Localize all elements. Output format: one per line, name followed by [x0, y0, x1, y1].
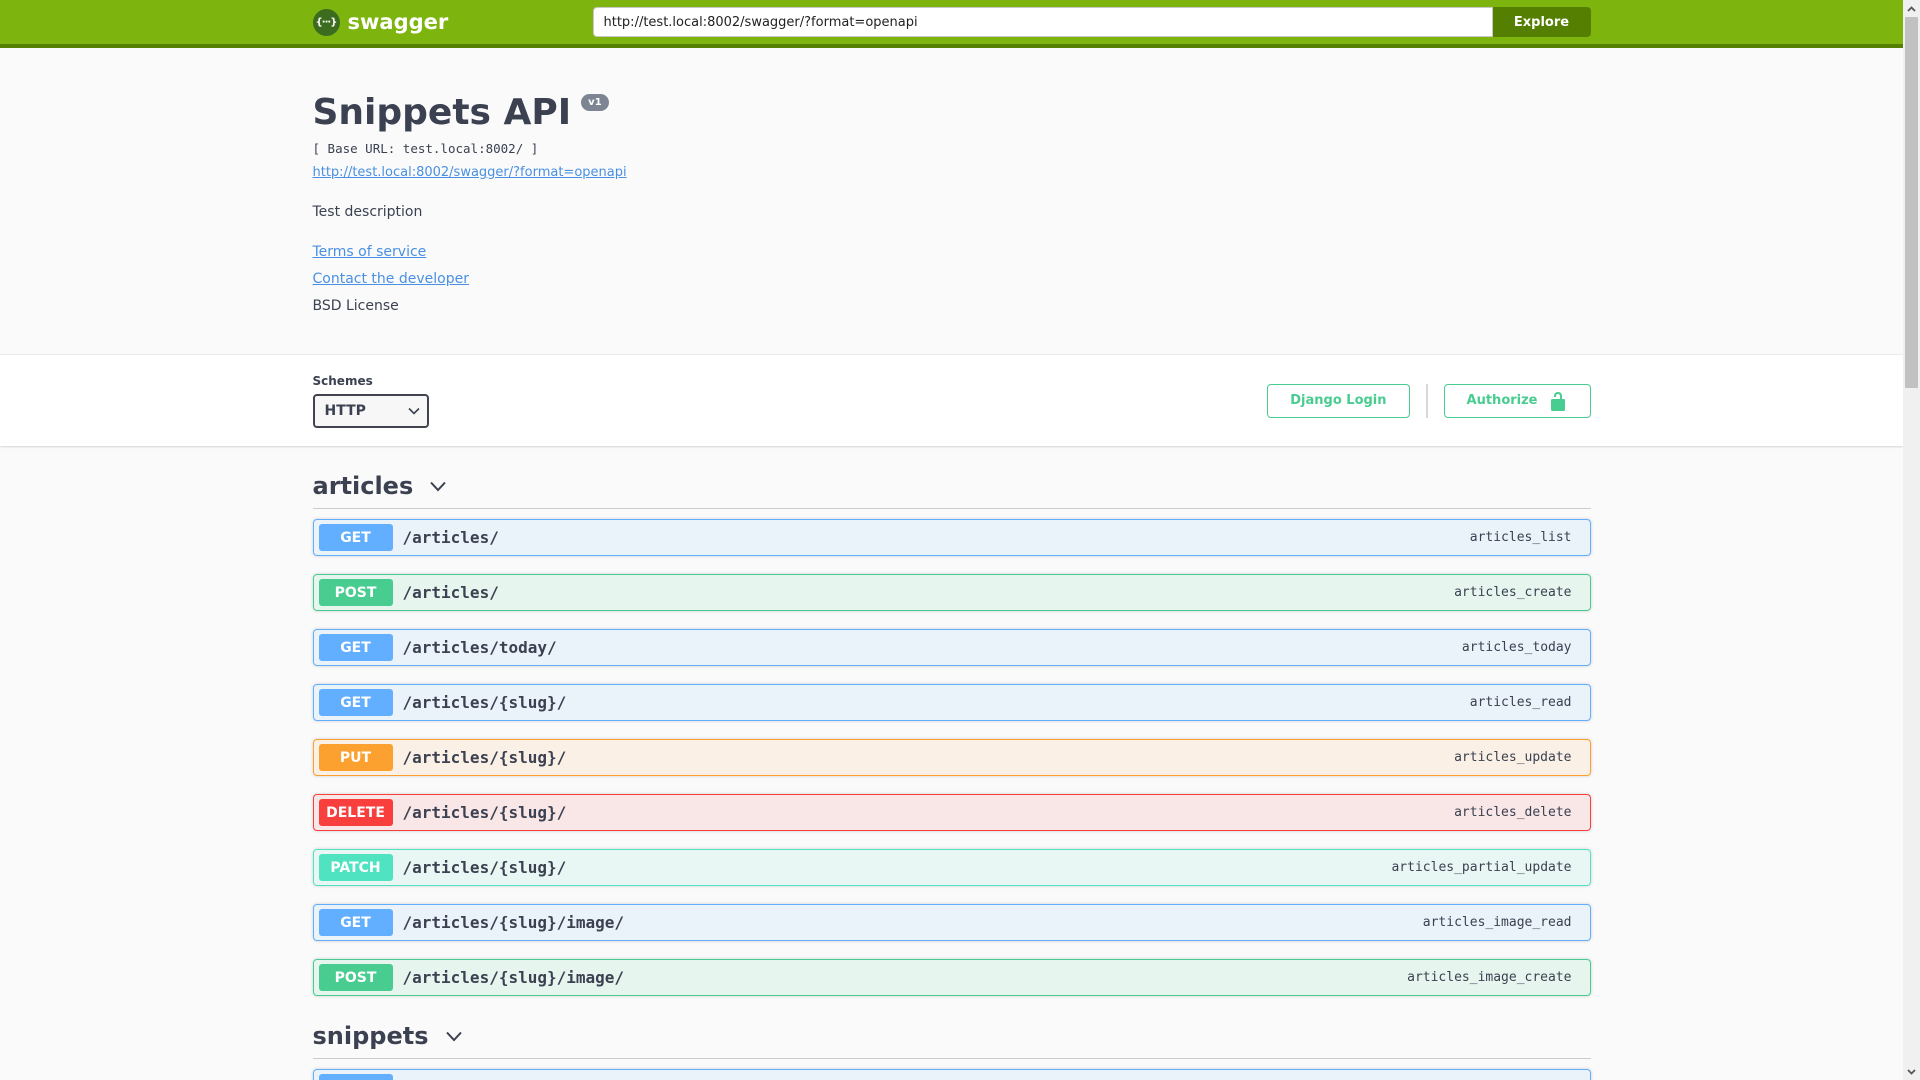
api-info-section: Snippets API v1 [ Base URL: test.local:8… — [0, 48, 1903, 354]
api-tag-section: snippets GET /snippets/ snippets_list — [312, 1022, 1591, 1080]
scroll-up-icon — [1907, 5, 1916, 12]
schemes-select-wrap: HTTP — [312, 393, 429, 428]
brand-name: swagger — [347, 10, 449, 34]
operation-id: articles_read — [1469, 695, 1572, 710]
operation-path: /articles/{slug}/ — [402, 693, 567, 712]
unlocked-padlock-icon — [1550, 391, 1565, 411]
method-badge: PATCH — [318, 854, 393, 881]
operation-id: articles_partial_update — [1391, 860, 1572, 875]
method-badge: GET — [318, 909, 393, 936]
operation-row[interactable]: DELETE /articles/{slug}/ articles_delete — [312, 794, 1591, 831]
operation-path: /articles/{slug}/ — [402, 803, 567, 822]
page-title: Snippets API v1 — [313, 92, 1591, 133]
method-badge: DELETE — [318, 799, 393, 826]
scheme-container: Schemes HTTP Django Login Authorize — [0, 354, 1903, 446]
operation-row[interactable]: GET /articles/ articles_list — [312, 519, 1591, 556]
explore-button[interactable]: Explore — [1492, 7, 1591, 37]
section-header[interactable]: articles — [312, 472, 1591, 509]
operation-id: articles_image_create — [1407, 970, 1572, 985]
authorize-button[interactable]: Authorize — [1443, 383, 1591, 418]
base-url-text: [ Base URL: test.local:8002/ ] — [312, 141, 539, 156]
vertical-scrollbar[interactable] — [1903, 0, 1920, 1080]
api-description: Test description — [312, 204, 423, 220]
operation-id: articles_delete — [1454, 805, 1572, 820]
operation-path: /articles/{slug}/image/ — [402, 913, 625, 932]
method-badge: GET — [318, 634, 393, 661]
auth-divider — [1425, 383, 1428, 418]
operations-list: GET /snippets/ snippets_list — [312, 1069, 1591, 1080]
operation-id: articles_create — [1454, 585, 1572, 600]
operation-path: /articles/{slug}/ — [402, 748, 567, 767]
scrollbar-up-button[interactable] — [1903, 0, 1920, 17]
authorize-button-label: Authorize — [1466, 393, 1538, 408]
scroll-down-icon — [1907, 1068, 1916, 1075]
spec-url-input[interactable] — [592, 7, 1493, 37]
chevron-down-icon[interactable] — [443, 1025, 465, 1047]
swagger-logo-icon: {···} — [312, 8, 340, 36]
explore-form: Explore — [592, 7, 1591, 37]
method-badge: POST — [318, 964, 393, 991]
operation-path: /articles/ — [402, 583, 499, 602]
operation-row[interactable]: GET /articles/{slug}/image/ articles_ima… — [312, 904, 1591, 941]
operation-path: /articles/{slug}/image/ — [402, 968, 625, 987]
operation-id: articles_update — [1454, 750, 1572, 765]
schemes-select[interactable]: HTTP — [312, 393, 429, 428]
operation-row[interactable]: POST /articles/ articles_create — [312, 574, 1591, 611]
method-badge: GET — [318, 1074, 393, 1080]
chevron-down-icon[interactable] — [427, 475, 449, 497]
scrollbar-thumb[interactable] — [1905, 17, 1918, 388]
operation-row[interactable]: POST /articles/{slug}/image/ articles_im… — [312, 959, 1591, 996]
operation-path: /articles/{slug}/ — [402, 858, 567, 877]
operation-row[interactable]: GET /articles/today/ articles_today — [312, 629, 1591, 666]
operation-row[interactable]: GET /articles/{slug}/ articles_read — [312, 684, 1591, 721]
spec-link[interactable]: http://test.local:8002/swagger/?format=o… — [313, 165, 627, 180]
swagger-ui-page: {···} swagger Explore Snippets API v1 [ … — [0, 0, 1920, 1080]
api-tag-section: articles GET /articles/ articles_list PO… — [312, 472, 1591, 996]
method-badge: GET — [318, 689, 393, 716]
operation-id: articles_list — [1469, 530, 1572, 545]
operation-row[interactable]: GET /snippets/ snippets_list — [312, 1069, 1591, 1080]
schemes-block: Schemes HTTP — [312, 373, 429, 428]
method-badge: POST — [318, 579, 393, 606]
version-badge: v1 — [581, 94, 609, 111]
method-badge: PUT — [318, 744, 393, 771]
section-header[interactable]: snippets — [312, 1022, 1591, 1059]
operation-row[interactable]: PATCH /articles/{slug}/ articles_partial… — [312, 849, 1591, 886]
operation-path: /articles/today/ — [402, 638, 557, 657]
section-title: articles — [312, 472, 414, 500]
operation-path: /articles/ — [402, 528, 499, 547]
sections-container: articles GET /articles/ articles_list PO… — [312, 472, 1591, 1080]
swagger-logo[interactable]: {···} swagger — [312, 8, 449, 36]
topbar: {···} swagger Explore — [0, 0, 1903, 48]
operations-list: GET /articles/ articles_list POST /artic… — [312, 519, 1591, 996]
operation-id: articles_today — [1461, 640, 1572, 655]
section-title: snippets — [312, 1022, 429, 1050]
operation-id: articles_image_read — [1422, 915, 1572, 930]
auth-wrapper: Django Login Authorize — [1267, 383, 1591, 418]
django-login-button[interactable]: Django Login — [1267, 383, 1410, 418]
method-badge: GET — [318, 524, 393, 551]
schemes-label: Schemes — [312, 373, 373, 388]
api-title-text: Snippets API — [312, 92, 572, 133]
scrollbar-down-button[interactable] — [1903, 1063, 1920, 1080]
license-text: BSD License — [312, 298, 399, 314]
operation-row[interactable]: PUT /articles/{slug}/ articles_update — [312, 739, 1591, 776]
contact-developer-link[interactable]: Contact the developer — [313, 271, 469, 287]
terms-of-service-link[interactable]: Terms of service — [313, 244, 427, 260]
